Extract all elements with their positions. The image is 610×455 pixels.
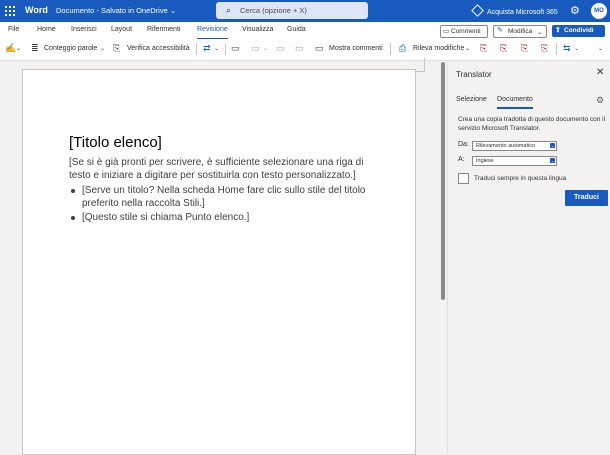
pane-title: Translator xyxy=(456,70,492,79)
show-comments-button[interactable]: Mostra commenti xyxy=(329,45,383,52)
translator-pane: Translator ✕ Selezione Documento ⚙ Crea … xyxy=(447,61,610,453)
tab-file[interactable]: File xyxy=(8,26,19,33)
comments-label: Commenti xyxy=(451,27,481,35)
always-translate-checkbox[interactable] xyxy=(458,173,469,184)
ms365-label: Acquista Microsoft 365 xyxy=(487,9,558,16)
ribbon-tabs: File Home Inserisci Layout Riferimenti R… xyxy=(0,22,610,40)
tab-layout[interactable]: Layout xyxy=(111,26,132,33)
chevron-down-icon: ⌄ xyxy=(550,143,555,148)
tab-help[interactable]: Guida xyxy=(287,26,306,33)
comments-button[interactable]: ▭ Commenti xyxy=(440,25,488,38)
bullet-icon xyxy=(71,189,75,193)
editor-icon[interactable]: ✍ xyxy=(5,43,16,54)
chevron-down-icon: ⌄ xyxy=(537,28,543,36)
tab-insert[interactable]: Inserisci xyxy=(71,26,97,33)
translate-button[interactable]: Traduci xyxy=(565,190,608,206)
review-toolbar: ✍ ⌄ ≣ Conteggio parole ⌄ ⎘ Verifica acce… xyxy=(0,39,610,61)
chevron-down-icon[interactable]: ⌄ xyxy=(214,45,219,52)
always-translate-label: Traduci sempre in questa lingua xyxy=(474,175,567,182)
document-title[interactable]: Documento - Salvato in OneDrive ⌄ xyxy=(56,6,176,15)
from-label: Da: xyxy=(458,141,469,148)
show-comments-icon: ▭ xyxy=(315,43,324,53)
bullet-icon xyxy=(71,216,75,220)
tab-review[interactable]: Revisione xyxy=(197,26,228,40)
tab-document[interactable]: Documento xyxy=(497,96,533,109)
vertical-scrollbar[interactable] xyxy=(441,62,445,300)
search-box[interactable]: ⌕ Cerca (opzione + X) xyxy=(216,2,368,19)
from-language-select[interactable]: Rilevamento automatico ⌄ xyxy=(472,141,557,151)
chevron-down-icon[interactable]: ⌄ xyxy=(100,45,105,52)
edit-label: Modifica xyxy=(508,27,533,35)
share-button[interactable]: ⇪ Condividi xyxy=(552,25,605,37)
avatar[interactable]: MO xyxy=(591,3,607,19)
reject-change-icon[interactable]: ⎘ xyxy=(500,43,507,54)
next-change-icon[interactable]: ⎘ xyxy=(541,43,548,54)
document-heading[interactable]: [Titolo elenco] xyxy=(69,134,162,151)
editing-mode-button[interactable]: ✎ Modifica ⌄ xyxy=(493,25,547,38)
from-language-value: Rilevamento automatico xyxy=(476,142,536,149)
word-count-button[interactable]: Conteggio parole xyxy=(44,45,97,52)
list-item[interactable]: [Serve un titolo? Nella scheda Home fare… xyxy=(82,184,382,210)
chevron-down-icon[interactable]: ⌄ xyxy=(465,45,470,52)
divider xyxy=(390,43,391,55)
document-page[interactable] xyxy=(22,69,416,455)
tab-selection[interactable]: Selezione xyxy=(456,96,487,103)
share-icon: ⇪ xyxy=(555,27,561,34)
chevron-down-icon[interactable]: ⌄ xyxy=(598,45,603,52)
track-changes-icon: ⎙ xyxy=(399,43,407,53)
comment-delete-icon[interactable]: ▭ xyxy=(251,43,260,54)
app-launcher-icon[interactable] xyxy=(5,6,15,16)
to-label: A: xyxy=(458,156,465,163)
to-language-select[interactable]: Inglese ⌄ xyxy=(472,156,557,166)
chevron-down-icon: ⌄ xyxy=(169,6,177,15)
tab-view[interactable]: Visualizza xyxy=(242,26,273,33)
accessibility-icon: ⎘ xyxy=(113,43,121,53)
language-icon[interactable]: ⇄ xyxy=(203,43,211,54)
search-placeholder: Cerca (opzione + X) xyxy=(240,6,307,15)
share-label: Condividi xyxy=(564,27,594,34)
chevron-down-icon[interactable]: ⌄ xyxy=(263,45,268,52)
gear-icon[interactable]: ⚙ xyxy=(596,95,604,106)
comment-icon: ▭ xyxy=(443,28,450,35)
save-status: Salvato in OneDrive xyxy=(101,6,168,15)
word-count-icon: ≣ xyxy=(31,43,39,53)
app-name[interactable]: Word xyxy=(25,5,48,15)
previous-comment-icon[interactable]: ▭ xyxy=(276,43,285,54)
chevron-down-icon[interactable]: ⌄ xyxy=(16,45,21,52)
divider xyxy=(556,43,557,55)
divider xyxy=(196,43,197,55)
accessibility-checker-button[interactable]: Verifica accessibilità xyxy=(127,45,190,52)
pencil-icon: ✎ xyxy=(497,27,503,34)
track-changes-button[interactable]: Rileva modifiche xyxy=(413,45,464,52)
to-language-value: Inglese xyxy=(476,157,494,164)
tab-references[interactable]: Riferimenti xyxy=(147,26,180,33)
close-icon[interactable]: ✕ xyxy=(596,67,604,78)
divider xyxy=(225,43,226,55)
translator-icon[interactable]: ⇆ xyxy=(563,43,571,54)
title-bar: Word Documento - Salvato in OneDrive ⌄ ⌕… xyxy=(0,0,610,22)
chevron-down-icon: ⌄ xyxy=(550,158,555,163)
new-comment-icon[interactable]: ▭ xyxy=(231,43,240,54)
settings-gear-icon[interactable]: ⚙ xyxy=(570,4,580,17)
document-name: Documento xyxy=(56,6,95,15)
translator-description: Crea una copia tradotta di questo docume… xyxy=(458,116,606,132)
buy-microsoft-365-link[interactable]: Acquista Microsoft 365 xyxy=(471,4,558,17)
chevron-down-icon[interactable]: ⌄ xyxy=(574,45,579,52)
document-paragraph[interactable]: [Se si è già pronti per scrivere, è suff… xyxy=(69,156,379,182)
previous-change-icon[interactable]: ⎘ xyxy=(521,43,528,54)
tab-home[interactable]: Home xyxy=(37,26,56,33)
next-comment-icon[interactable]: ▭ xyxy=(295,43,304,54)
accept-change-icon[interactable]: ⎘ xyxy=(480,43,487,54)
list-item[interactable]: [Questo stile si chiama Punto elenco.] xyxy=(82,211,382,224)
search-icon: ⌕ xyxy=(226,5,232,15)
diamond-icon xyxy=(471,4,484,17)
